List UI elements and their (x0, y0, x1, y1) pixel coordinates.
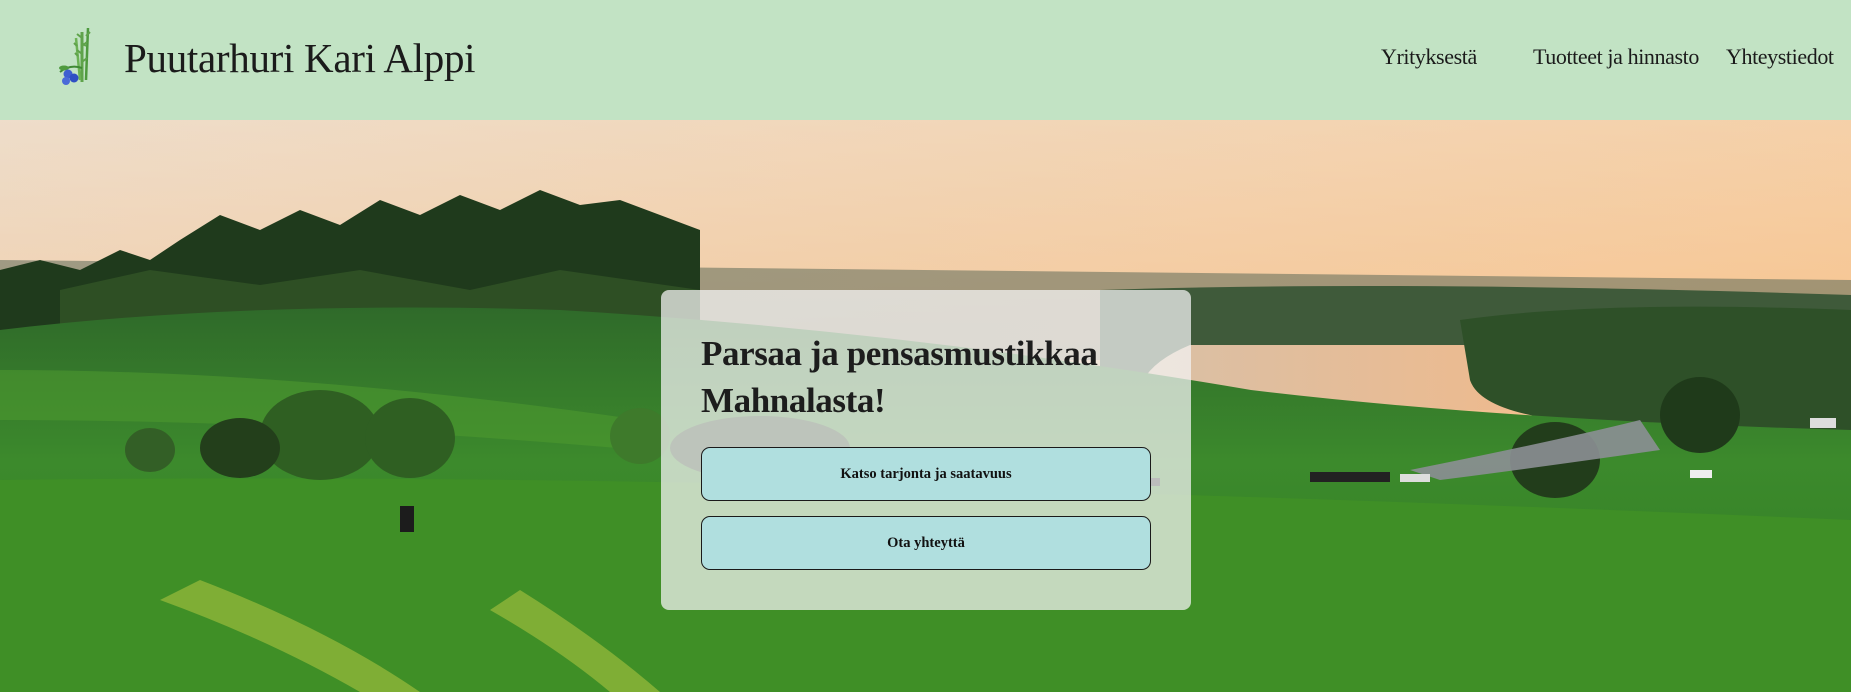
nav-link-yrityksesta[interactable]: Yrityksestä (1381, 44, 1477, 70)
nav-link-tuotteet-ja-hinnasto[interactable]: Tuotteet ja hinnasto (1533, 44, 1699, 70)
hero-section: Parsaa ja pensasmustikkaa Mahnalasta! Ka… (0, 120, 1851, 692)
nav-link-yhteystiedot[interactable]: Yhteystiedot (1726, 44, 1834, 70)
site-header: Puutarhuri Kari Alppi Yrityksestä Tuotte… (0, 0, 1851, 120)
hero-heading: Parsaa ja pensasmustikkaa Mahnalasta! (701, 334, 1098, 420)
site-title[interactable]: Puutarhuri Kari Alppi (124, 34, 476, 82)
offer-availability-button[interactable]: Katso tarjonta ja saatavuus (701, 447, 1151, 501)
asparagus-blueberry-logo-icon[interactable] (52, 24, 102, 86)
hero-card: Parsaa ja pensasmustikkaa Mahnalasta! Ka… (661, 290, 1191, 610)
contact-button[interactable]: Ota yhteyttä (701, 516, 1151, 570)
